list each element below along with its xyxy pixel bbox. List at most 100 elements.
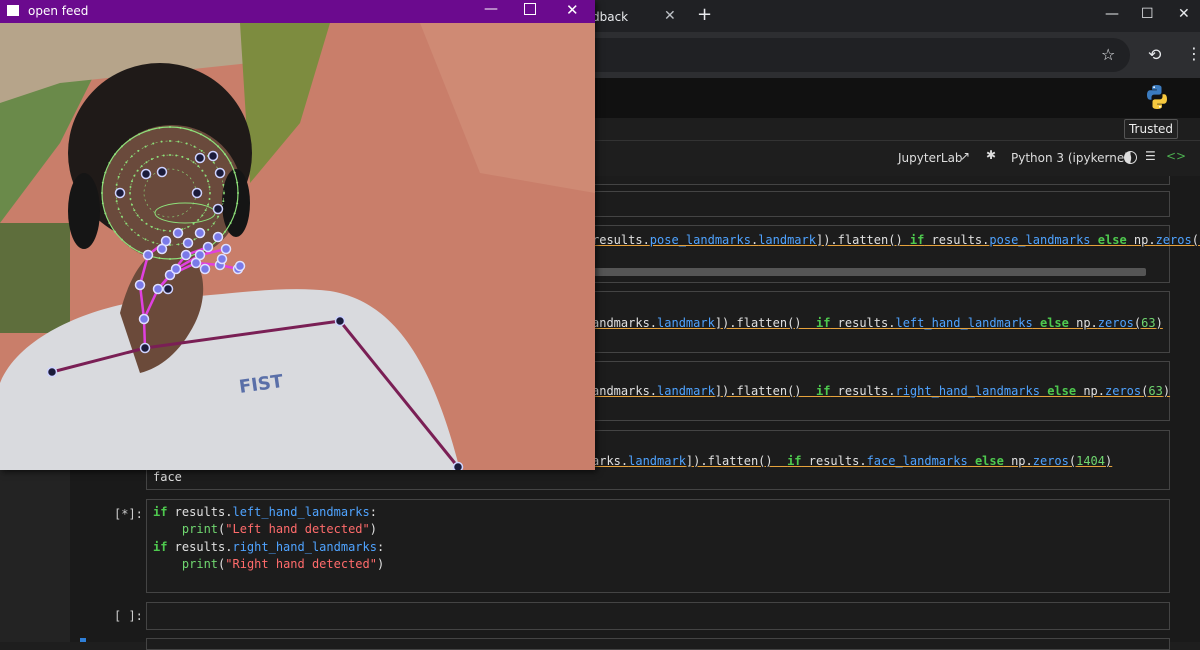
code-line-face: arks.landmark]).flatten() if results.fac… (592, 454, 1113, 468)
face-mesh-point (147, 129, 150, 132)
cv-minimize-icon[interactable]: — (484, 1, 498, 17)
face-mesh-point (115, 200, 118, 203)
pose-landmark (46, 366, 58, 378)
browser-menu-icon[interactable]: ⋮ (1186, 44, 1200, 63)
hand-landmark (142, 249, 154, 261)
face-mesh-point (169, 154, 171, 156)
face-mesh-point (130, 228, 133, 231)
hand-landmark (152, 283, 164, 295)
hand-landmark (199, 263, 211, 275)
face-mesh-point (169, 258, 171, 260)
face-landmark (194, 152, 206, 164)
webcam-feed: FIST (0, 23, 595, 470)
face-mesh-point (144, 238, 147, 241)
hand-landmark (172, 227, 184, 239)
hand-landmark (190, 257, 202, 269)
history-icon[interactable]: ⟲ (1148, 45, 1161, 64)
code-line: if results.right_hand_landmarks: (153, 540, 385, 554)
face-mesh-point (237, 192, 239, 194)
hand-landmark (156, 243, 168, 255)
face-mesh-point (152, 241, 155, 244)
face-mesh-point (233, 171, 236, 174)
horizontal-scrollbar[interactable] (590, 268, 1146, 276)
code-line: print("Right hand detected") (181, 557, 385, 571)
face-mesh-point (101, 181, 104, 184)
face-mesh-point (207, 203, 210, 206)
face-mesh-point (156, 155, 159, 158)
face-mesh-point (177, 140, 180, 143)
face-mesh-point (150, 158, 153, 161)
face-mesh-point (137, 234, 140, 237)
face-mesh-point (136, 169, 139, 172)
face-mesh-point (192, 161, 195, 164)
face-mesh-point (113, 153, 116, 156)
face-landmark (156, 166, 168, 178)
cv-window-titlebar[interactable]: open feed — ✕ (0, 0, 595, 23)
face-mesh-point (201, 214, 204, 217)
kernel-name[interactable]: Python 3 (ipykernel) (1011, 151, 1132, 165)
code-line-pose: results.pose_landmarks.landmark]).flatte… (592, 233, 1200, 247)
hand-landmark (216, 253, 228, 265)
face-mesh-point (129, 197, 132, 200)
face-mesh-point (179, 126, 182, 129)
face-mesh-point (212, 222, 215, 225)
code-cell[interactable] (146, 638, 1170, 650)
cv-close-icon[interactable]: ✕ (566, 1, 579, 19)
face-mesh-point (222, 200, 225, 203)
code-line-face-var: face (153, 470, 182, 484)
face-mesh-point (140, 165, 143, 168)
opencv-window[interactable]: open feed — ✕ FIST (0, 0, 595, 470)
face-mesh-point (217, 215, 220, 218)
face-mesh-point (177, 243, 180, 246)
code-toggle-icon[interactable]: <> (1166, 149, 1186, 163)
code-line-left-hand: andmarks.landmark]).flatten() if results… (592, 316, 1163, 330)
window-maximize-icon[interactable]: ☐ (1141, 6, 1154, 22)
code-line: if results.left_hand_landmarks: (153, 505, 377, 519)
window-minimize-icon[interactable]: — (1105, 6, 1119, 22)
face-mesh-point (169, 126, 171, 128)
cv-maximize-icon[interactable] (524, 3, 536, 15)
trusted-indicator[interactable]: Trusted (1124, 119, 1178, 139)
face-mesh-point (208, 197, 211, 200)
face-mesh-point (129, 245, 132, 248)
face-mesh-point (150, 225, 153, 228)
code-cell-empty[interactable] (146, 602, 1170, 630)
pose-landmark (452, 461, 464, 470)
face-mesh-point (160, 140, 163, 143)
face-mesh-point (120, 145, 123, 148)
face-mesh-point (101, 192, 103, 194)
face-mesh-point (200, 149, 203, 152)
face-mesh-point (144, 145, 147, 148)
window-close-icon[interactable]: ✕ (1178, 6, 1190, 22)
hand-landmark (180, 249, 192, 261)
face-mesh-point (145, 222, 148, 225)
tab-close-icon[interactable]: ✕ (664, 8, 676, 24)
hand-landmark (134, 279, 146, 291)
face-mesh-point (169, 230, 171, 232)
face-mesh-point (197, 165, 200, 168)
jupyterlab-link[interactable]: JupyterLab (898, 151, 963, 165)
face-mesh-point (152, 142, 155, 145)
face-mesh-point (181, 155, 184, 158)
face-mesh-point (229, 162, 232, 165)
hand-landmark (234, 260, 246, 272)
menu-icon[interactable]: ☰ (1145, 149, 1156, 163)
pose-landmark (162, 283, 174, 295)
face-mesh-point (204, 209, 207, 212)
face-mesh-point (113, 230, 116, 233)
face-mesh-point (224, 153, 227, 156)
address-bar[interactable] (560, 38, 1130, 72)
cv-window-title: open feed (28, 4, 89, 18)
face-landmark (214, 167, 226, 179)
bookmark-star-icon[interactable]: ☆ (1101, 45, 1115, 64)
hand-landmark (212, 231, 224, 243)
face-mesh-point (204, 174, 207, 177)
external-link-icon[interactable]: ↗ (960, 149, 970, 163)
debugger-icon[interactable]: ✱ (986, 148, 996, 162)
face-mesh-point (129, 186, 132, 189)
kernel-status-icon (1124, 151, 1137, 164)
face-mesh-point (125, 161, 128, 164)
face-landmark (140, 168, 152, 180)
face-mesh-point (207, 228, 210, 231)
new-tab-icon[interactable]: + (697, 4, 712, 25)
